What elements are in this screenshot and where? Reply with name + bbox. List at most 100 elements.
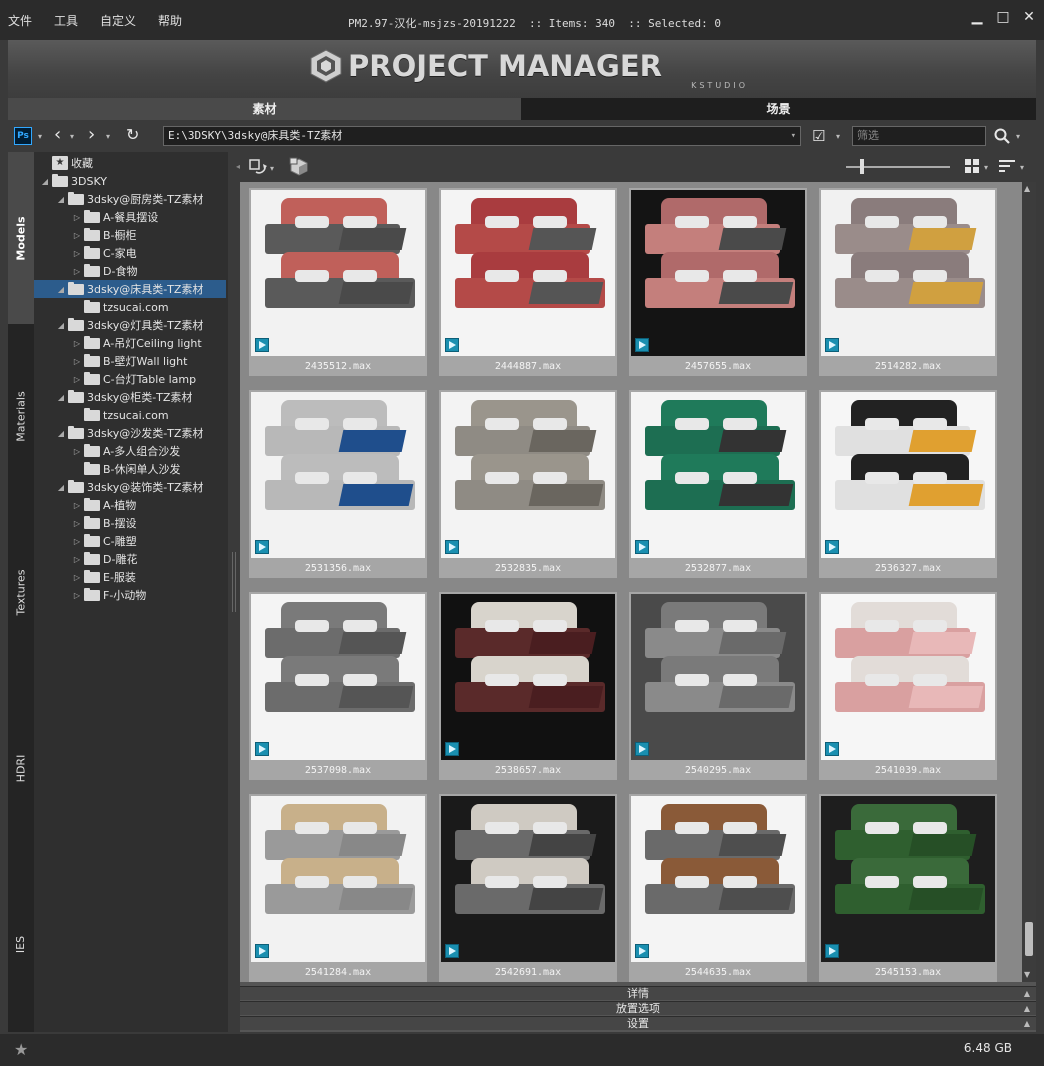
placement-options-panel-header[interactable]: 放置选项 ▲	[240, 1001, 1036, 1015]
tree-item[interactable]: ▷ B-橱柜	[72, 226, 137, 244]
asset-thumbnail[interactable]	[631, 796, 805, 962]
collapsed-arrow-icon[interactable]: ▷	[72, 339, 82, 348]
asset-tile[interactable]: 2544635.max	[629, 794, 807, 982]
photoshop-dropdown-icon[interactable]: ▾	[38, 132, 42, 141]
filter-checklist-icon[interactable]: ☑	[812, 127, 825, 145]
asset-thumbnail[interactable]	[631, 190, 805, 356]
collapsed-arrow-icon[interactable]: ▷	[72, 375, 82, 384]
tree-item[interactable]: ◢ 3dsky@床具类-TZ素材	[34, 280, 226, 298]
asset-tile[interactable]: 2444887.max	[439, 188, 617, 376]
asset-thumbnail[interactable]	[251, 392, 425, 558]
expanded-arrow-icon[interactable]: ◢	[56, 285, 66, 294]
tree-item[interactable]: ◢ 3dsky@装饰类-TZ素材	[56, 478, 203, 496]
asset-tile[interactable]: 2514282.max	[819, 188, 997, 376]
expanded-arrow-icon[interactable]: ◢	[40, 177, 50, 186]
expanded-arrow-icon[interactable]: ◢	[56, 483, 66, 492]
tree-item[interactable]: ◢ 3DSKY	[40, 172, 107, 190]
collapsed-arrow-icon[interactable]: ▷	[72, 231, 82, 240]
grid-scrollbar[interactable]: ▲ ▼	[1022, 182, 1036, 982]
side-tab-hdri[interactable]: HDRI	[8, 680, 34, 856]
tree-item[interactable]: ◢ 3dsky@沙发类-TZ素材	[56, 424, 203, 442]
search-icon[interactable]	[994, 128, 1010, 144]
expanded-arrow-icon[interactable]: ◢	[56, 195, 66, 204]
scroll-thumb[interactable]	[1025, 922, 1033, 956]
asset-tile[interactable]: 2541284.max	[249, 794, 427, 982]
tree-item[interactable]: ◢ 3dsky@灯具类-TZ素材	[56, 316, 203, 334]
path-input[interactable]: E:\3DSKY\3dsky@床具类-TZ素材 ▾	[163, 126, 801, 146]
asset-tile[interactable]: 2541039.max	[819, 592, 997, 780]
asset-tile[interactable]: 2545153.max	[819, 794, 997, 982]
asset-thumbnail[interactable]	[251, 594, 425, 760]
asset-thumbnail[interactable]	[441, 392, 615, 558]
details-panel-header[interactable]: 详情 ▲	[240, 986, 1036, 1000]
settings-panel-header[interactable]: 设置 ▲	[240, 1016, 1036, 1030]
asset-thumbnail[interactable]	[821, 796, 995, 962]
collapse-tree-icon[interactable]: ◂	[236, 162, 240, 171]
expand-icon[interactable]: ▲	[1024, 987, 1030, 1001]
back-icon[interactable]: ‹	[54, 126, 61, 144]
tree-item[interactable]: ▷ A-餐具摆设	[72, 208, 158, 226]
asset-tile[interactable]: 2531356.max	[249, 390, 427, 578]
sort-icon[interactable]	[998, 158, 1016, 174]
path-dropdown-icon[interactable]: ▾	[791, 127, 796, 145]
asset-tile[interactable]: 2540295.max	[629, 592, 807, 780]
side-tab-models[interactable]: Models	[8, 152, 34, 324]
photoshop-icon[interactable]: Ps	[14, 127, 32, 145]
scroll-up-icon[interactable]: ▲	[1024, 184, 1030, 193]
tree-item[interactable]: ◢ 3dsky@柜类-TZ素材	[56, 388, 192, 406]
expanded-arrow-icon[interactable]: ◢	[56, 393, 66, 402]
tree-item[interactable]: ▷ B-壁灯Wall light	[72, 352, 187, 370]
scroll-down-icon[interactable]: ▼	[1024, 970, 1030, 979]
tree-item[interactable]: ▷ A-植物	[72, 496, 136, 514]
asset-tile[interactable]: 2457655.max	[629, 188, 807, 376]
sync-icon[interactable]	[248, 157, 268, 177]
asset-tile[interactable]: 2538657.max	[439, 592, 617, 780]
collapsed-arrow-icon[interactable]: ▷	[72, 573, 82, 582]
filter-input[interactable]: 筛选	[852, 126, 986, 146]
tree-item[interactable]: ◢ 3dsky@厨房类-TZ素材	[56, 190, 203, 208]
asset-thumbnail[interactable]	[441, 796, 615, 962]
collapsed-arrow-icon[interactable]: ▷	[72, 357, 82, 366]
close-icon[interactable]: ✕	[1022, 10, 1036, 24]
asset-tile[interactable]: 2542691.max	[439, 794, 617, 982]
expanded-arrow-icon[interactable]: ◢	[56, 321, 66, 330]
collapsed-arrow-icon[interactable]: ▷	[72, 501, 82, 510]
asset-thumbnail[interactable]	[251, 190, 425, 356]
minimize-icon[interactable]: ▁	[970, 10, 984, 24]
collapsed-arrow-icon[interactable]: ▷	[72, 249, 82, 258]
grid-view-icon[interactable]	[964, 158, 980, 174]
collapsed-arrow-icon[interactable]: ▷	[72, 519, 82, 528]
tree-item[interactable]: ▷ C-家电	[72, 244, 137, 262]
asset-thumbnail[interactable]	[441, 594, 615, 760]
splitter-grip[interactable]	[232, 552, 236, 612]
collapsed-arrow-icon[interactable]: ▷	[72, 447, 82, 456]
tree-item[interactable]: ▷ A-多人组合沙发	[72, 442, 180, 460]
tree-item[interactable]: tzsucai.com	[72, 298, 169, 316]
search-dropdown-icon[interactable]: ▾	[1016, 132, 1020, 141]
maximize-icon[interactable]: □	[996, 10, 1010, 24]
asset-tile[interactable]: 2536327.max	[819, 390, 997, 578]
view-dropdown-icon[interactable]: ▾	[984, 163, 988, 172]
tree-item[interactable]: ▷ D-食物	[72, 262, 137, 280]
menu-help[interactable]: 帮助	[158, 12, 182, 29]
tree-item[interactable]: tzsucai.com	[72, 406, 169, 424]
tree-item[interactable]: ▷ C-台灯Table lamp	[72, 370, 196, 388]
expand-icon[interactable]: ▲	[1024, 1017, 1030, 1031]
asset-tile[interactable]: 2532835.max	[439, 390, 617, 578]
tree-item[interactable]: B-休闲单人沙发	[72, 460, 181, 478]
tree-item[interactable]: ▷ A-吊灯Ceiling light	[72, 334, 202, 352]
tree-item[interactable]: ▷ E-服装	[72, 568, 136, 586]
collapsed-arrow-icon[interactable]: ▷	[72, 537, 82, 546]
back-dropdown-icon[interactable]: ▾	[70, 132, 74, 141]
forward-icon[interactable]: ›	[88, 126, 95, 144]
asset-tile[interactable]: 2532877.max	[629, 390, 807, 578]
menu-tools[interactable]: 工具	[54, 12, 78, 29]
tree-item[interactable]: ▷ D-雕花	[72, 550, 137, 568]
asset-thumbnail[interactable]	[821, 594, 995, 760]
asset-thumbnail[interactable]	[631, 392, 805, 558]
package-icon[interactable]	[288, 156, 310, 178]
menu-customize[interactable]: 自定义	[100, 12, 136, 29]
collapsed-arrow-icon[interactable]: ▷	[72, 267, 82, 276]
refresh-icon[interactable]: ↻	[126, 126, 139, 144]
tab-scenes[interactable]: 场景	[521, 98, 1036, 120]
